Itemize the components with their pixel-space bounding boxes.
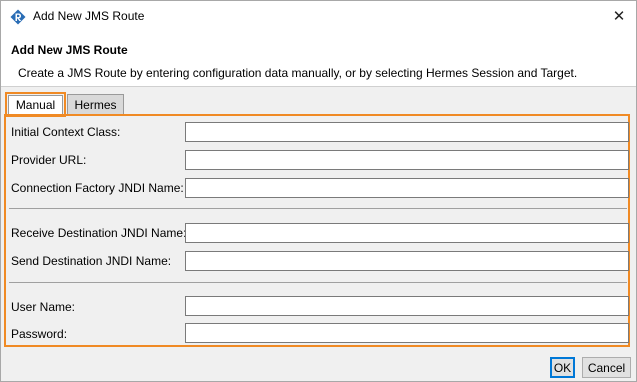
separator xyxy=(9,282,627,283)
header-description: Create a JMS Route by entering configura… xyxy=(18,66,578,80)
provider-url-label: Provider URL: xyxy=(11,153,87,167)
receive-destination-label: Receive Destination JNDI Name: xyxy=(11,226,187,240)
receive-destination-input[interactable] xyxy=(185,223,629,243)
user-name-input[interactable] xyxy=(185,296,629,316)
dialog-header: Add New JMS Route Create a JMS Route by … xyxy=(1,32,636,87)
title-bar: Add New JMS Route ✕ xyxy=(1,1,636,32)
manual-tab-panel: Initial Context Class: Provider URL: Con… xyxy=(4,114,630,347)
tab-manual[interactable]: Manual xyxy=(5,92,66,117)
initial-context-class-input[interactable] xyxy=(185,122,629,142)
initial-context-class-label: Initial Context Class: xyxy=(11,125,121,139)
password-input[interactable] xyxy=(185,323,629,343)
tab-hermes[interactable]: Hermes xyxy=(67,94,124,114)
cancel-button[interactable]: Cancel xyxy=(582,357,631,378)
connection-factory-input[interactable] xyxy=(185,178,629,198)
window-title: Add New JMS Route xyxy=(33,9,145,23)
header-title: Add New JMS Route xyxy=(11,43,128,57)
route-app-icon xyxy=(10,9,26,25)
send-destination-input[interactable] xyxy=(185,251,629,271)
separator xyxy=(9,208,627,209)
user-name-label: User Name: xyxy=(11,300,76,314)
send-destination-label: Send Destination JNDI Name: xyxy=(11,254,172,268)
password-label: Password: xyxy=(11,327,68,341)
close-icon[interactable]: ✕ xyxy=(608,5,630,27)
dialog-window: Add New JMS Route ✕ Add New JMS Route Cr… xyxy=(0,0,637,382)
connection-factory-label: Connection Factory JNDI Name: xyxy=(11,181,184,195)
ok-button[interactable]: OK xyxy=(550,357,575,378)
provider-url-input[interactable] xyxy=(185,150,629,170)
